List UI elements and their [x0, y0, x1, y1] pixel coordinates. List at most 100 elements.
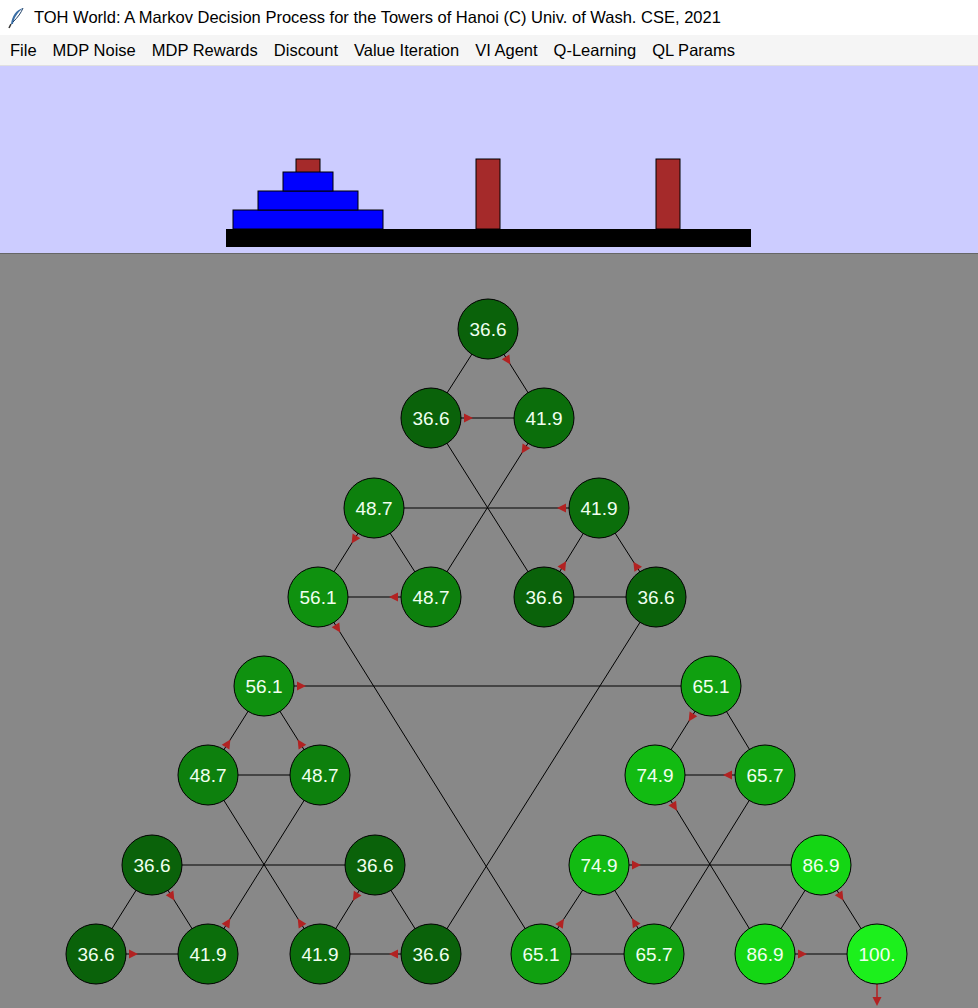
node-circle[interactable]	[569, 478, 629, 538]
menu-item[interactable]: Value Iteration	[346, 39, 467, 62]
menu-item[interactable]: Q-Learning	[546, 39, 645, 62]
policy-arrow-icon	[522, 444, 531, 454]
window-title: TOH World: A Markov Decision Process for…	[34, 8, 721, 27]
state-node[interactable]: 86.9	[791, 835, 851, 895]
state-node[interactable]: 65.1	[681, 656, 741, 716]
node-value: 86.9	[747, 944, 784, 965]
feather-icon	[8, 7, 26, 29]
node-circle[interactable]	[178, 924, 238, 984]
state-node[interactable]: 100.	[847, 924, 907, 984]
state-node[interactable]: 41.9	[290, 924, 350, 984]
menu-item[interactable]: VI Agent	[467, 39, 545, 62]
node-circle[interactable]	[178, 745, 238, 805]
node-circle[interactable]	[569, 835, 629, 895]
node-circle[interactable]	[625, 745, 685, 805]
node-circle[interactable]	[290, 745, 350, 805]
node-circle[interactable]	[681, 656, 741, 716]
state-node[interactable]: 65.7	[624, 924, 684, 984]
node-value: 65.1	[523, 944, 560, 965]
node-circle[interactable]	[735, 924, 795, 984]
node-value: 36.6	[78, 944, 115, 965]
node-value: 48.7	[190, 765, 227, 786]
state-node[interactable]: 36.6	[401, 388, 461, 448]
policy-arrow-icon	[557, 504, 566, 513]
state-node[interactable]: 56.1	[234, 656, 294, 716]
node-circle[interactable]	[401, 388, 461, 448]
state-node[interactable]: 65.1	[511, 924, 571, 984]
app-window: TOH World: A Markov Decision Process for…	[0, 0, 978, 1008]
node-circle[interactable]	[288, 567, 348, 627]
policy-arrow-icon	[632, 918, 641, 928]
state-node[interactable]: 65.7	[735, 745, 795, 805]
policy-arrow-icon	[873, 984, 882, 1006]
state-node[interactable]: 56.1	[288, 567, 348, 627]
state-node[interactable]: 74.9	[625, 745, 685, 805]
node-circle[interactable]	[401, 567, 461, 627]
node-value: 36.6	[413, 408, 450, 429]
node-value: 36.6	[470, 319, 507, 340]
menu-item[interactable]: MDP Noise	[45, 39, 144, 62]
node-circle[interactable]	[344, 478, 404, 538]
node-circle[interactable]	[511, 924, 571, 984]
state-node[interactable]: 48.7	[178, 745, 238, 805]
policy-arrow-icon	[352, 534, 361, 544]
node-value: 65.7	[747, 765, 784, 786]
policy-arrow-icon	[558, 561, 567, 571]
node-circle[interactable]	[514, 567, 574, 627]
state-node[interactable]: 48.7	[401, 567, 461, 627]
node-value: 48.7	[356, 498, 393, 519]
node-value: 56.1	[300, 587, 337, 608]
node-circle[interactable]	[66, 924, 126, 984]
node-circle[interactable]	[458, 299, 518, 359]
state-node[interactable]: 36.6	[514, 567, 574, 627]
menu-item[interactable]: MDP Rewards	[144, 39, 266, 62]
node-circle[interactable]	[514, 388, 574, 448]
node-circle[interactable]	[234, 656, 294, 716]
node-circle[interactable]	[401, 924, 461, 984]
node-circle[interactable]	[290, 924, 350, 984]
node-value: 36.6	[526, 587, 563, 608]
state-node[interactable]: 36.6	[345, 835, 405, 895]
policy-arrow-icon	[689, 712, 698, 722]
node-value: 74.9	[637, 765, 674, 786]
node-circle[interactable]	[791, 835, 851, 895]
menu-item[interactable]: QL Params	[644, 39, 743, 62]
node-circle[interactable]	[847, 924, 907, 984]
disk	[283, 172, 333, 191]
disk	[258, 191, 358, 210]
node-circle[interactable]	[626, 567, 686, 627]
menu-item[interactable]: File	[2, 39, 45, 62]
menu-item[interactable]: Discount	[266, 39, 346, 62]
state-node[interactable]: 36.6	[122, 835, 182, 895]
policy-arrow-icon	[835, 891, 844, 901]
state-graph: 36.6 36.6 41.9 48.7 41.9 56.1 48.7 36.6 36.6 56.1…	[0, 254, 978, 1008]
tower-base	[226, 229, 751, 247]
state-node[interactable]: 36.6	[401, 924, 461, 984]
node-value: 56.1	[246, 676, 283, 697]
node-circle[interactable]	[624, 924, 684, 984]
node-value: 36.6	[357, 855, 394, 876]
policy-arrow-icon	[798, 950, 807, 959]
state-node[interactable]: 41.9	[178, 924, 238, 984]
policy-arrow-icon	[389, 593, 398, 602]
state-node[interactable]: 36.6	[626, 567, 686, 627]
policy-arrow-icon	[668, 801, 677, 811]
policy-arrow-icon	[555, 919, 564, 929]
state-node[interactable]: 41.9	[569, 478, 629, 538]
state-node[interactable]: 36.6	[458, 299, 518, 359]
graph-edge	[431, 597, 656, 954]
node-circle[interactable]	[345, 835, 405, 895]
policy-arrow-icon	[298, 918, 307, 928]
state-node[interactable]: 41.9	[514, 388, 574, 448]
state-node[interactable]: 86.9	[735, 924, 795, 984]
state-node[interactable]: 48.7	[290, 745, 350, 805]
node-circle[interactable]	[122, 835, 182, 895]
state-node[interactable]: 74.9	[569, 835, 629, 895]
node-value: 100.	[859, 944, 896, 965]
node-circle[interactable]	[735, 745, 795, 805]
policy-arrow-icon	[298, 739, 307, 749]
state-node[interactable]: 48.7	[344, 478, 404, 538]
node-value: 65.7	[636, 944, 673, 965]
policy-arrow-icon	[353, 891, 362, 901]
state-node[interactable]: 36.6	[66, 924, 126, 984]
